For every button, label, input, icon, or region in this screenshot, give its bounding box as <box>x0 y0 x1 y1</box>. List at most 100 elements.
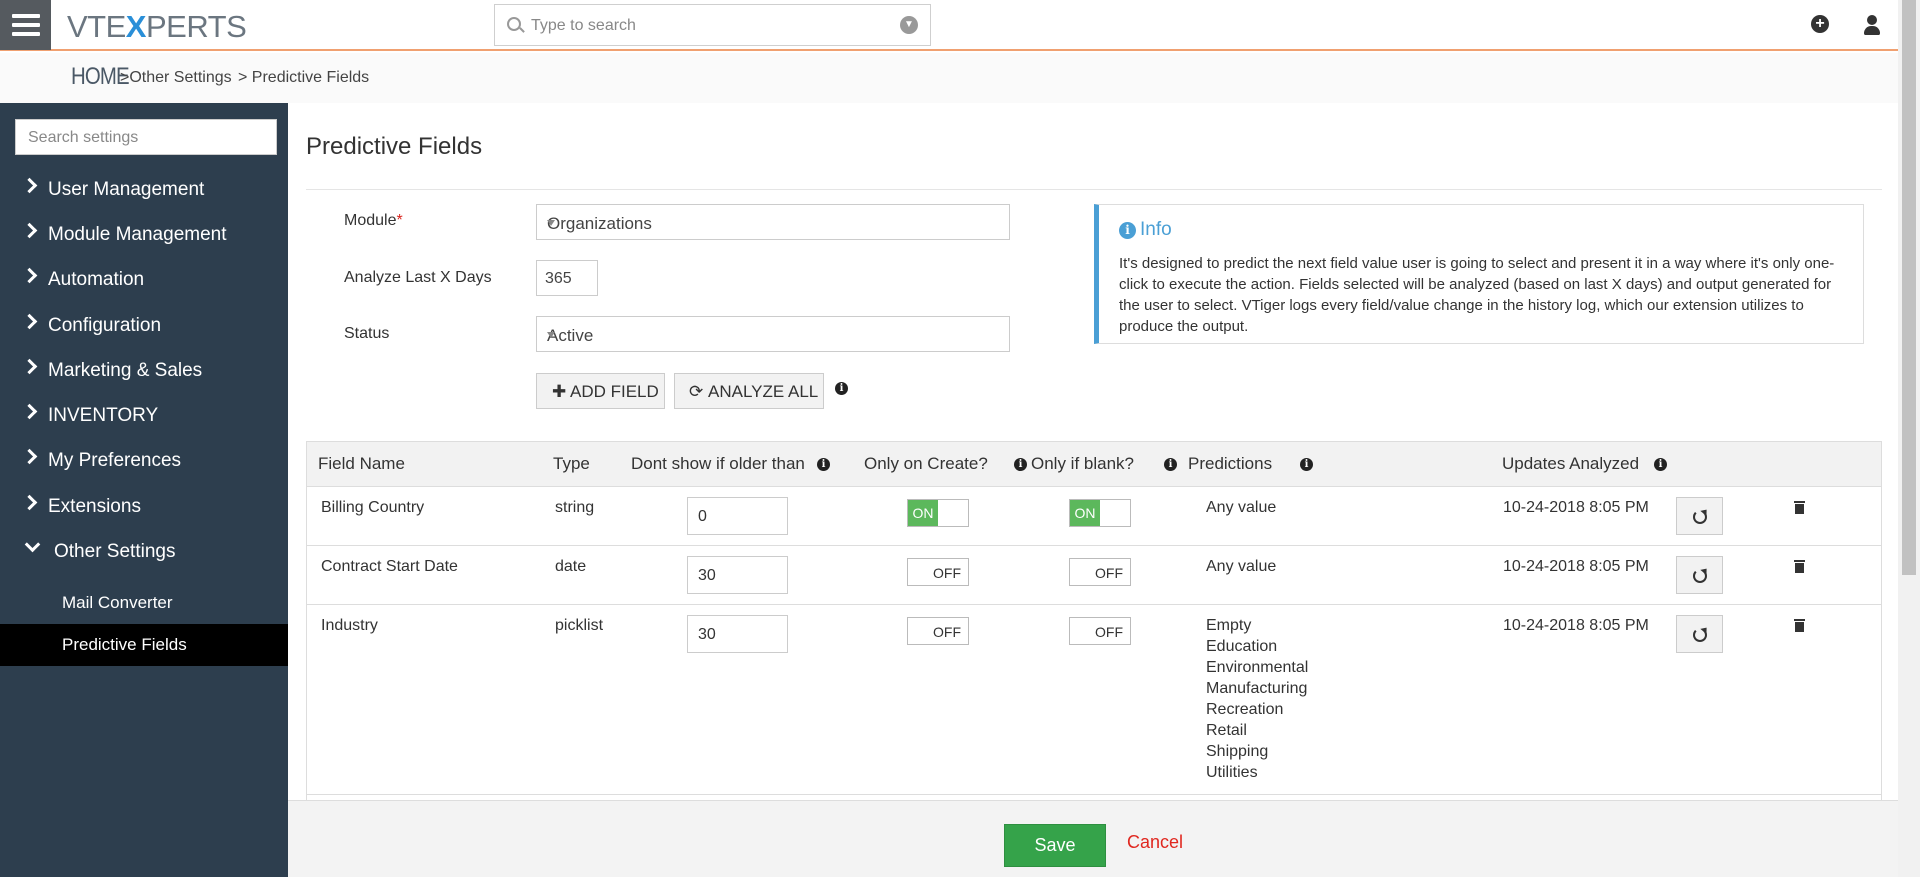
only-create-toggle[interactable]: OFF <box>907 558 969 586</box>
main-content: Predictive Fields Module* Organizations … <box>288 103 1898 877</box>
analyze-days-input[interactable]: 365 <box>536 260 598 296</box>
sidebar-item-module-management[interactable]: Module Management <box>0 214 288 254</box>
col-field-name: Field Name <box>318 454 405 473</box>
sidebar-item-other-settings[interactable]: Other Settings <box>0 531 288 571</box>
plus-icon: ✚ <box>552 382 567 401</box>
only-create-toggle[interactable]: OFF <box>907 617 969 645</box>
analyze-all-button[interactable]: ⟳ ANALYZE ALL <box>674 373 824 409</box>
user-profile-icon[interactable] <box>1862 14 1882 36</box>
breadcrumb-predictive-fields: > Predictive Fields <box>238 69 370 86</box>
chevron-right-icon <box>21 448 38 465</box>
sidebar-item-marketing-sales[interactable]: Marketing & Sales <box>0 350 288 390</box>
refresh-row-button[interactable] <box>1676 556 1723 594</box>
hamburger-menu-icon[interactable] <box>0 0 51 50</box>
chevron-right-icon <box>21 403 38 420</box>
col-older-than: Dont show if older than <box>631 454 805 473</box>
sidebar-subitem-mail-converter[interactable]: Mail Converter <box>0 582 288 624</box>
type-cell: picklist <box>555 617 604 634</box>
chevron-right-icon <box>21 494 38 511</box>
prediction-value: Utilities <box>1206 764 1258 781</box>
col-predictions: Predictions <box>1188 454 1273 473</box>
info-icon[interactable]: i <box>1164 458 1177 471</box>
save-button[interactable]: Save <box>1004 824 1106 867</box>
sidebar-item-user-management[interactable]: User Management <box>0 169 288 209</box>
sidebar-item-my-preferences[interactable]: My Preferences <box>0 440 288 480</box>
scrollbar-thumb[interactable] <box>1902 0 1916 575</box>
only-blank-toggle[interactable]: OFF <box>1069 617 1131 645</box>
info-icon[interactable]: i <box>835 382 848 395</box>
footer-actions: Save Cancel <box>288 800 1898 877</box>
predictions-cell: Any value <box>1206 558 1277 575</box>
sidebar-search-input[interactable]: Search settings <box>15 119 277 155</box>
col-only-blank: Only if blank? <box>1031 454 1134 473</box>
table-row: Industry picklist 30 OFF OFF Empty Educa… <box>307 605 1881 795</box>
refresh-icon <box>1693 510 1707 524</box>
only-blank-toggle[interactable]: ON <box>1069 499 1131 527</box>
delete-row-icon[interactable] <box>1794 501 1805 514</box>
table-header: Field Name Type Dont show if older than … <box>307 442 1881 487</box>
type-cell: string <box>555 499 595 516</box>
caret-down-icon <box>547 220 555 226</box>
info-icon: i <box>1119 222 1136 239</box>
add-field-button[interactable]: ✚ ADD FIELD <box>536 373 665 409</box>
global-search-input[interactable]: Type to search ▼ <box>494 4 931 46</box>
older-than-input[interactable]: 0 <box>687 497 788 535</box>
days-label: Analyze Last X Days <box>344 269 492 286</box>
prediction-value: Empty <box>1206 617 1252 634</box>
info-box: i Info It's designed to predict the next … <box>1094 204 1864 344</box>
only-blank-toggle[interactable]: OFF <box>1069 558 1131 586</box>
chevron-down-icon <box>24 536 41 553</box>
updated-cell: 10-24-2018 8:05 PM <box>1503 558 1649 575</box>
chevron-down-icon[interactable]: ▼ <box>900 16 918 34</box>
info-icon[interactable]: i <box>1014 458 1027 471</box>
sidebar-item-inventory[interactable]: INVENTORY <box>0 395 288 435</box>
chevron-right-icon <box>21 313 38 330</box>
prediction-value: Manufacturing <box>1206 680 1308 697</box>
predictions-cell: Empty Education Environmental Manufactur… <box>1206 615 1308 783</box>
page-scrollbar[interactable] <box>1898 0 1920 877</box>
only-create-toggle[interactable]: ON <box>907 499 969 527</box>
predictions-cell: Any value <box>1206 499 1277 516</box>
chevron-right-icon <box>21 177 38 194</box>
quick-create-plus-icon[interactable]: + <box>1811 15 1829 33</box>
settings-sidebar: Search settings User Management Module M… <box>0 103 288 877</box>
table-row: Contract Start Date date 30 OFF OFF Any … <box>307 546 1881 605</box>
prediction-value: Shipping <box>1206 743 1269 760</box>
info-icon[interactable]: i <box>1300 458 1313 471</box>
field-name-cell: Contract Start Date <box>321 558 458 575</box>
top-header: VTEXPERTS Type to search ▼ + <box>0 0 1898 51</box>
refresh-icon <box>1693 628 1707 642</box>
delete-row-icon[interactable] <box>1794 619 1805 632</box>
field-name-cell: Billing Country <box>321 499 425 516</box>
refresh-row-button[interactable] <box>1676 497 1723 535</box>
prediction-value: Environmental <box>1206 659 1309 676</box>
chevron-right-icon <box>21 222 38 239</box>
older-than-input[interactable]: 30 <box>687 556 788 594</box>
table-row: Billing Country string 0 ON ON Any value… <box>307 487 1881 546</box>
breadcrumb-other-settings[interactable]: >Other Settings <box>120 69 232 87</box>
breadcrumb: HOME >Other Settings > Predictive Fields <box>0 53 1898 103</box>
info-icon[interactable]: i <box>817 458 830 471</box>
module-select[interactable]: Organizations <box>536 204 1010 240</box>
sidebar-item-extensions[interactable]: Extensions <box>0 486 288 526</box>
updated-cell: 10-24-2018 8:05 PM <box>1503 617 1649 634</box>
prediction-value: Recreation <box>1206 701 1284 718</box>
refresh-row-button[interactable] <box>1676 615 1723 653</box>
status-select[interactable]: Active <box>536 316 1010 352</box>
caret-down-icon <box>547 332 555 338</box>
type-cell: date <box>555 558 587 575</box>
field-name-cell: Industry <box>321 617 378 634</box>
info-icon[interactable]: i <box>1654 458 1667 471</box>
sidebar-item-configuration[interactable]: Configuration <box>0 305 288 345</box>
info-text: It's designed to predict the next field … <box>1119 255 1835 335</box>
status-label: Status <box>344 325 390 342</box>
module-label: Module* <box>344 212 403 229</box>
sidebar-item-automation[interactable]: Automation <box>0 259 288 299</box>
prediction-value: Retail <box>1206 722 1247 739</box>
delete-row-icon[interactable] <box>1794 560 1805 573</box>
logo[interactable]: VTEXPERTS <box>67 9 247 45</box>
info-title: i Info <box>1119 219 1172 241</box>
cancel-link[interactable]: Cancel <box>1127 832 1183 853</box>
older-than-input[interactable]: 30 <box>687 615 788 653</box>
sidebar-subitem-predictive-fields[interactable]: Predictive Fields <box>0 624 288 666</box>
